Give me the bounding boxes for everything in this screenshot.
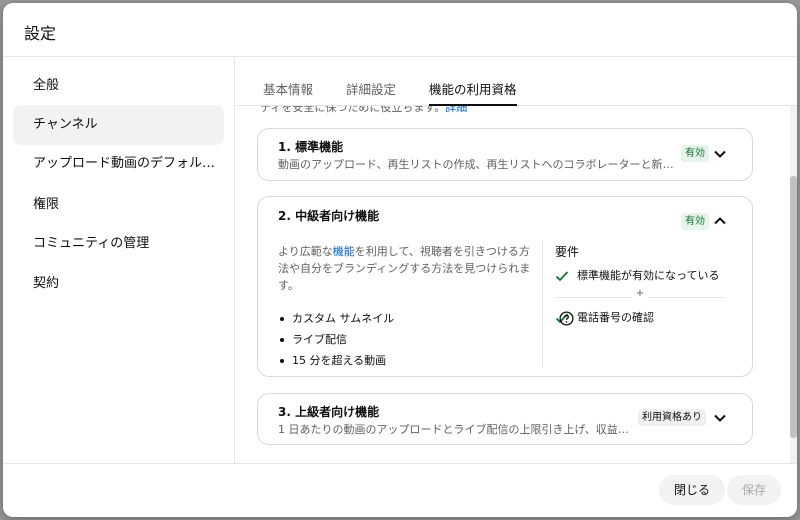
feature-details: より広範な機能を利用して、視聴者を引きつける方法や自分をブランディングする方法を… [278,243,538,371]
tab-bar: 基本情報 詳細設定 機能の利用資格 [236,58,797,106]
feature-description: より広範な機能を利用して、視聴者を引きつける方法や自分をブランディングする方法を… [278,245,531,292]
card-description: 1 日あたりの動画のアップロードとライブ配信の上限引き上げ、収益化の申請など [278,423,638,436]
status-badge: 利用資格あり [638,409,706,426]
status-badge: 有効 [681,213,709,230]
settings-sidebar: 全般 チャンネル アップロード動画のデフォルト設定 権限 コミュニティの管理 契… [3,58,235,463]
tab-advanced-settings[interactable]: 詳細設定 [346,58,396,106]
save-button[interactable]: 保存 [727,475,782,505]
requirement-item: 標準機能が有効になっている [555,266,725,286]
card-title: 1. 標準機能 [278,140,344,154]
card-advanced-features[interactable]: 3. 上級者向け機能 1 日あたりの動画のアップロードとライブ配信の上限引き上げ… [257,393,753,445]
column-divider [542,241,543,367]
tab-feature-eligibility[interactable]: 機能の利用資格 [429,58,517,106]
sidebar-item-community[interactable]: コミュニティの管理 [13,224,224,264]
close-button[interactable]: 閉じる [659,475,726,505]
card-title: 2. 中級者向け機能 [278,209,380,223]
dialog-header: 設定 [3,3,797,57]
dialog-title: 設定 [24,24,57,43]
active-tab-indicator [429,104,517,106]
chevron-up-icon[interactable] [712,213,728,229]
sidebar-item-permissions[interactable]: 権限 [13,185,224,225]
chevron-down-icon[interactable] [712,410,728,426]
clipped-description: ティを安全に保つために役立ちます。詳細 [260,106,467,115]
help-icon[interactable] [559,311,574,326]
requirements-title: 要件 [555,245,580,259]
scrollbar-thumb[interactable] [790,176,797,438]
card-title: 3. 上級者向け機能 [278,405,380,419]
list-item: ライブ配信 [278,329,538,350]
card-description: 動画のアップロード、再生リストの作成、再生リストへのコラボレーターと新しいチャン… [278,158,678,171]
sidebar-item-upload-defaults[interactable]: アップロード動画のデフォルト設定 [13,144,224,184]
features-link[interactable]: 機能 [333,245,355,258]
sidebar-item-general[interactable]: 全般 [13,66,224,106]
settings-dialog: 設定 全般 チャンネル アップロード動画のデフォルト設定 権限 コミュニティの管… [3,3,797,517]
list-item: 15 分を超える動画 [278,350,538,371]
status-badge: 有効 [681,145,709,162]
requirement-item: 電話番号の確認 [555,308,725,328]
tab-basic-info[interactable]: 基本情報 [263,58,313,106]
settings-main: 基本情報 詳細設定 機能の利用資格 ティを安全に保つために役立ちます。詳細 1.… [236,58,797,463]
dialog-footer: 閉じる 保存 [3,463,797,517]
card-intermediate-features: 2. 中級者向け機能 有効 より広範な機能を利用して、視聴者を引きつける方法や自… [257,196,753,377]
requirement-separator: + [555,286,725,308]
chevron-down-icon[interactable] [712,146,728,162]
learn-more-link[interactable]: 詳細 [445,106,467,114]
feature-list: カスタム サムネイル ライブ配信 15 分を超える動画 [278,308,538,371]
eligibility-content: ティを安全に保つために役立ちます。詳細 1. 標準機能 動画のアップロード、再生… [236,106,789,463]
card-standard-features[interactable]: 1. 標準機能 動画のアップロード、再生リストの作成、再生リストへのコラボレータ… [257,128,753,181]
list-item: カスタム サムネイル [278,308,538,329]
requirements-panel: 要件 標準機能が有効になっている + 電話番号の確認 [555,243,725,328]
sidebar-item-channel[interactable]: チャンネル [13,105,224,145]
sidebar-item-agreements[interactable]: 契約 [13,264,224,304]
check-icon [555,271,569,282]
